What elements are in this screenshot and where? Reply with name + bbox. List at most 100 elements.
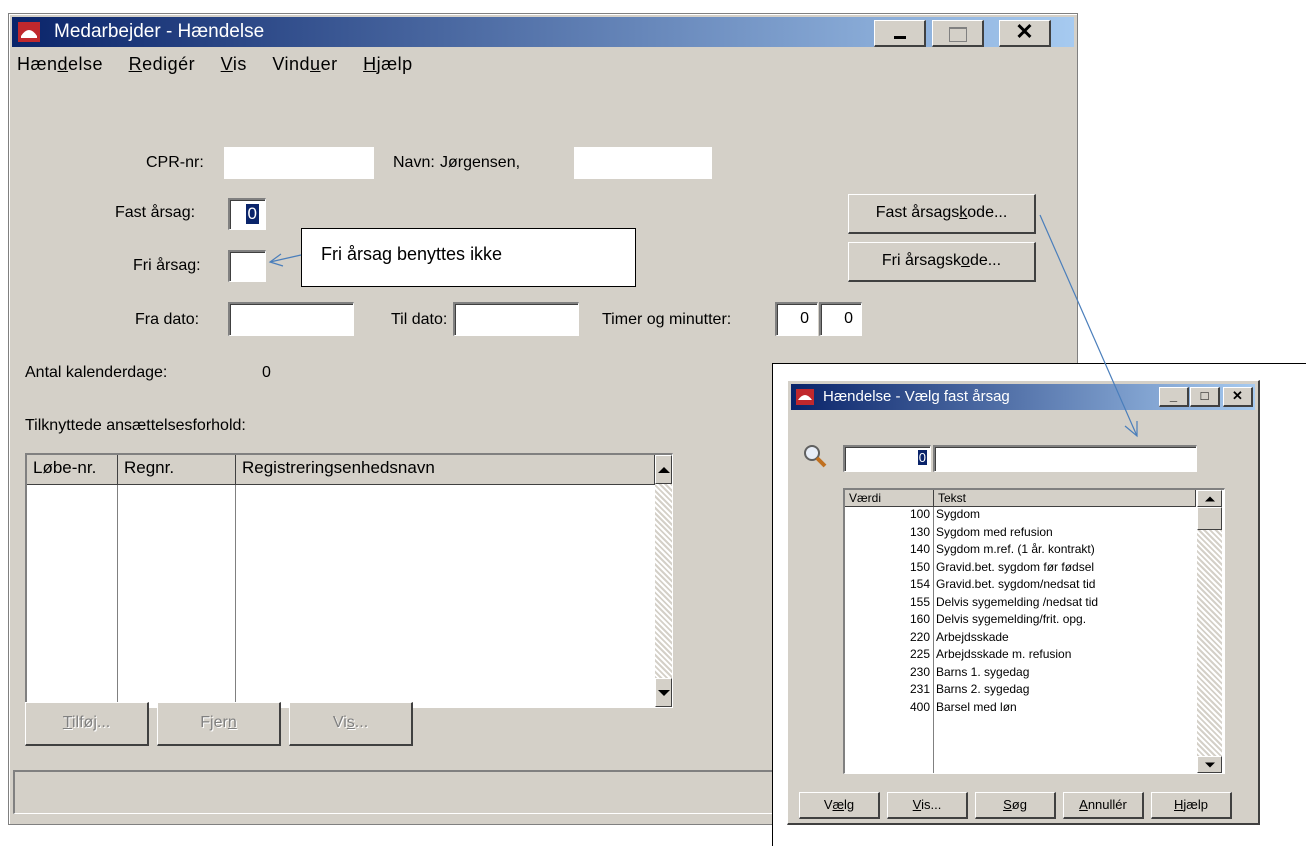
fast-aarsag-label: Fast årsag: xyxy=(115,204,196,221)
maximize-icon xyxy=(949,27,967,42)
list-item[interactable]: 231 Barns 2. sygedag xyxy=(845,682,1197,699)
til-dato-label: Til dato: xyxy=(391,311,448,328)
callout-text: Fri årsag benyttes ikke xyxy=(321,244,503,264)
dialog-hjaelp-button[interactable]: Hjælp xyxy=(1151,792,1232,819)
cpr-redacted xyxy=(224,147,374,179)
main-title-bar[interactable]: Medarbejder - Hændelse ✕ xyxy=(12,17,1074,47)
fjern-button[interactable]: Fjern xyxy=(157,702,281,746)
col-divider xyxy=(235,485,236,707)
col-vaerdi[interactable]: Værdi xyxy=(845,490,934,507)
ansaettelse-table[interactable]: Løbe-nr. Regnr. Registreringsenhedsnavn xyxy=(25,453,673,708)
fast-aarsagskode-button[interactable]: Fast årsagskode... xyxy=(848,194,1036,234)
vaelg-fast-aarsag-dialog: Hændelse - Vælg fast årsag _ □ ✕ 0 Værdi… xyxy=(787,380,1260,825)
list-item-value: 225 xyxy=(909,647,930,661)
list-item-value: 231 xyxy=(909,682,930,696)
col-loebe-nr[interactable]: Løbe-nr. xyxy=(27,455,118,485)
list-scroll-up-button[interactable] xyxy=(1197,490,1222,507)
list-scroll-down-button[interactable] xyxy=(1197,756,1222,773)
vaelg-button[interactable]: Vælg xyxy=(799,792,880,819)
navn-redacted xyxy=(574,147,712,179)
list-item[interactable]: 100 Sygdom xyxy=(845,507,1197,524)
list-item[interactable]: 155 Delvis sygemelding /nedsat tid xyxy=(845,595,1197,612)
arrow-down-icon xyxy=(657,689,670,696)
tilknyttede-label: Tilknyttede ansættelsesforhold: xyxy=(25,417,246,434)
minutter-value: 0 xyxy=(844,310,853,327)
fra-dato-input[interactable] xyxy=(228,302,354,336)
list-item-text: Arbejdsskade m. refusion xyxy=(936,647,1072,661)
col-tekst[interactable]: Tekst xyxy=(934,490,1196,507)
minutter-input[interactable]: 0 xyxy=(819,302,862,336)
menu-vinduer[interactable]: Vinduer xyxy=(272,54,337,74)
menu-bar: Hændelse Redigér Vis Vinduer Hjælp xyxy=(17,54,433,82)
list-item-value: 220 xyxy=(909,629,930,644)
maximize-button[interactable] xyxy=(932,20,984,47)
list-item[interactable]: 400 Barsel med løn xyxy=(845,700,1197,717)
fast-aarsag-input[interactable]: 0 xyxy=(228,198,266,230)
list-item-value: 400 xyxy=(909,699,930,714)
scroll-up-button[interactable] xyxy=(655,455,672,484)
scroll-down-button[interactable] xyxy=(655,678,672,707)
search-code-value: 0 xyxy=(917,450,927,465)
table-scrollbar[interactable] xyxy=(655,455,672,707)
menu-haendelse[interactable]: Hændelse xyxy=(17,54,103,74)
list-item-text: Sygdom xyxy=(936,507,981,521)
menu-hjaelp[interactable]: Hjælp xyxy=(363,54,413,74)
search-code-input[interactable]: 0 xyxy=(843,445,931,472)
list-item[interactable]: 154 Gravid.bet. sygdom/nedsat tid xyxy=(845,577,1197,594)
soeg-button[interactable]: Søg xyxy=(975,792,1056,819)
col-regnr[interactable]: Regnr. xyxy=(118,455,236,485)
search-icon[interactable] xyxy=(802,443,828,469)
list-item-value: 140 xyxy=(909,542,930,556)
annuller-button[interactable]: Annullér xyxy=(1063,792,1144,819)
list-item-value: 155 xyxy=(909,594,930,609)
arrow-down-icon xyxy=(1204,762,1215,767)
menu-rediger[interactable]: Redigér xyxy=(129,54,196,74)
menu-vis[interactable]: Vis xyxy=(221,54,247,74)
list-item[interactable]: 150 Gravid.bet. sygdom før fødsel xyxy=(845,560,1197,577)
dialog-title-bar[interactable]: Hændelse - Vælg fast årsag _ □ ✕ xyxy=(791,384,1255,410)
list-scroll-thumb[interactable] xyxy=(1197,507,1222,530)
dialog-maximize-button[interactable]: □ xyxy=(1190,387,1220,407)
list-item-text: Sygdom m.ref. (1 år. kontrakt) xyxy=(936,542,1095,556)
list-item[interactable]: 225 Arbejdsskade m. refusion xyxy=(845,647,1197,664)
til-dato-input[interactable] xyxy=(453,302,579,336)
list-item[interactable]: 230 Barns 1. sygedag xyxy=(845,665,1197,682)
fast-aarsag-value: 0 xyxy=(245,204,259,224)
antal-label: Antal kalenderdage: xyxy=(25,364,168,381)
list-item-text: Barns 1. sygedag xyxy=(936,664,1030,679)
list-item-text: Barns 2. sygedag xyxy=(936,682,1030,696)
dialog-minimize-button[interactable]: _ xyxy=(1159,387,1189,407)
close-icon: ✕ xyxy=(1232,388,1243,403)
tilfoej-button[interactable]: Tilføj... xyxy=(25,702,149,746)
fri-aarsag-label: Fri årsag: xyxy=(133,257,201,274)
list-scrollbar[interactable] xyxy=(1197,490,1222,773)
minimize-icon: _ xyxy=(1169,388,1178,403)
vis-button[interactable]: Vis... xyxy=(289,702,413,746)
search-text-input[interactable] xyxy=(933,445,1197,472)
list-item-text: Barsel med løn xyxy=(936,699,1017,714)
dialog-vis-button[interactable]: Vis... xyxy=(887,792,968,819)
callout-box: Fri årsag benyttes ikke xyxy=(301,228,636,287)
fri-aarsag-input[interactable] xyxy=(228,250,266,282)
close-button[interactable]: ✕ xyxy=(999,20,1051,47)
list-item[interactable]: 220 Arbejdsskade xyxy=(845,630,1197,647)
arrow-up-icon xyxy=(657,466,670,473)
timer-input[interactable]: 0 xyxy=(775,302,818,336)
app-logo-icon xyxy=(18,22,40,42)
dialog-close-button[interactable]: ✕ xyxy=(1223,387,1253,407)
list-item[interactable]: 130 Sygdom med refusion xyxy=(845,525,1197,542)
col-divider xyxy=(117,485,118,707)
list-item-value: 150 xyxy=(909,559,930,574)
aarsag-list[interactable]: Værdi Tekst 100 Sygdom 130 Sygdom med refus… xyxy=(843,488,1225,774)
fri-aarsagskode-button[interactable]: Fri årsagskode... xyxy=(848,242,1036,282)
list-item[interactable]: 160 Delvis sygemelding/frit. opg. xyxy=(845,612,1197,629)
list-item-text: Delvis sygemelding/frit. opg. xyxy=(936,612,1087,626)
list-item-text: Gravid.bet. sygdom før fødsel xyxy=(936,559,1095,574)
col-registreringsenhedsnavn[interactable]: Registreringsenhedsnavn xyxy=(236,455,655,485)
arrow-up-icon xyxy=(1204,496,1215,501)
list-item[interactable]: 140 Sygdom m.ref. (1 år. kontrakt) xyxy=(845,542,1197,559)
maximize-icon: □ xyxy=(1200,388,1209,403)
minimize-button[interactable] xyxy=(874,20,926,47)
list-item-value: 100 xyxy=(909,507,930,521)
antal-value: 0 xyxy=(262,364,271,381)
